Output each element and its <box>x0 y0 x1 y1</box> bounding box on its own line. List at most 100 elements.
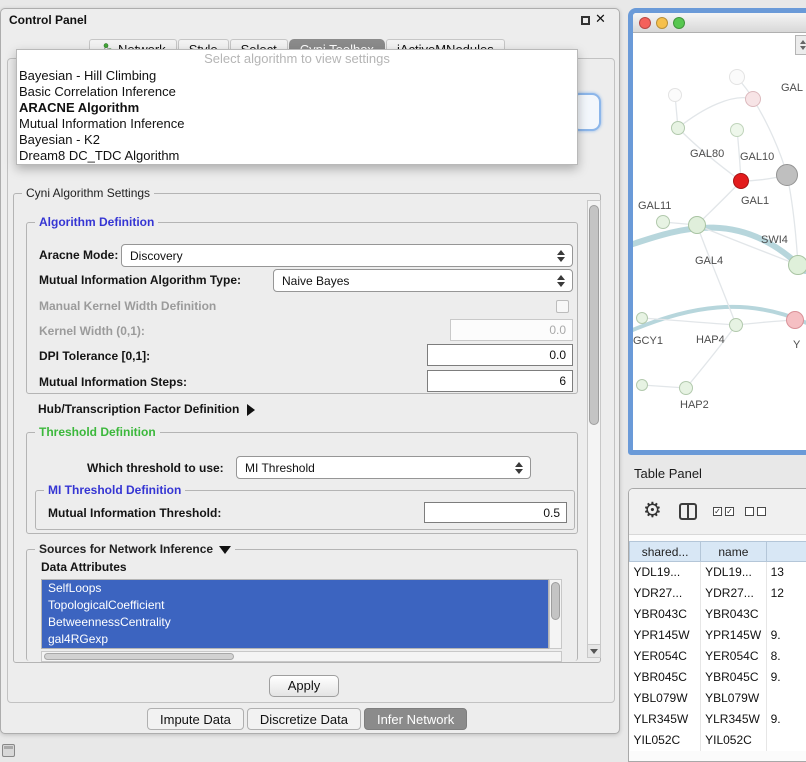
close-traffic-light[interactable] <box>639 17 651 29</box>
scrollbar-down-arrow[interactable] <box>588 644 600 657</box>
attribute-list-item[interactable]: SelfLoops <box>42 580 548 597</box>
dropdown-item[interactable]: Bayesian - Hill Climbing <box>17 68 577 84</box>
network-canvas[interactable]: GALGAL80GAL10GAL11GAL1SWI4GAL4GCY1HAP4HA… <box>633 33 806 450</box>
cell-name: YER054C <box>701 646 767 667</box>
table-panel-title: Table Panel <box>634 466 702 481</box>
empty-box-icon <box>757 507 766 516</box>
manual-kernel-checkbox <box>556 300 569 313</box>
cell-name: YBR043C <box>701 604 767 625</box>
dpi-tolerance-field[interactable]: 0.0 <box>427 344 573 366</box>
cell-name: YDL19... <box>701 562 767 583</box>
gear-button[interactable]: ⚙ <box>643 497 662 525</box>
zoom-traffic-light[interactable] <box>673 17 685 29</box>
mi-type-select[interactable]: Naive Bayes <box>273 269 573 292</box>
table-header-cell[interactable]: name <box>701 542 767 562</box>
network-node[interactable] <box>733 173 749 189</box>
close-window-button[interactable]: ✕ <box>595 11 606 27</box>
table-row[interactable]: YBR043C YBR043C <box>630 604 806 625</box>
dropdown-item[interactable]: Dream8 DC_TDC Algorithm <box>17 148 577 164</box>
cell-name: YPR145W <box>701 625 767 646</box>
table-row[interactable]: YER054C YER054C 8. <box>630 646 806 667</box>
canvas-scrollbar[interactable] <box>795 35 806 55</box>
node-attribute-table: shared... name YDL19... YDL19... 13 YDR2… <box>629 541 806 751</box>
table-row[interactable]: YDR27... YDR27... 12 <box>630 583 806 604</box>
minimize-traffic-light[interactable] <box>656 17 668 29</box>
mi-threshold-field[interactable]: 0.5 <box>424 502 567 523</box>
algorithm-definition-group: Algorithm Definition Aracne Mode: Discov… <box>26 222 578 394</box>
network-node[interactable] <box>679 381 693 395</box>
table-row[interactable]: YBL079W YBL079W <box>630 688 806 709</box>
cell-shared-name: YBR043C <box>630 604 701 625</box>
checked-box-icon: ✓ <box>725 507 734 516</box>
table-row[interactable]: YDL19... YDL19... 13 <box>630 562 806 583</box>
bottom-tab[interactable]: Impute Data <box>147 708 244 730</box>
cell-value <box>766 604 806 625</box>
network-node[interactable] <box>636 379 648 391</box>
kernel-width-value: 0.0 <box>549 323 566 337</box>
restore-window-button[interactable] <box>581 16 590 25</box>
network-node[interactable] <box>688 216 706 234</box>
table-row[interactable]: YPR145W YPR145W 9. <box>630 625 806 646</box>
network-node[interactable] <box>788 255 806 275</box>
network-node[interactable] <box>776 164 798 186</box>
network-node[interactable] <box>636 312 648 324</box>
data-attributes-label: Data Attributes <box>41 560 127 574</box>
columns-button[interactable] <box>679 503 697 520</box>
table-header-row: shared... name <box>630 542 806 562</box>
network-node[interactable] <box>671 121 685 135</box>
hub-definition-expander[interactable]: Hub/Transcription Factor Definition <box>38 402 255 416</box>
which-threshold-select[interactable]: MI Threshold <box>236 456 531 479</box>
which-threshold-value: MI Threshold <box>245 461 315 475</box>
mi-steps-value: 6 <box>559 374 566 388</box>
network-node[interactable] <box>656 215 670 229</box>
bottom-tab[interactable]: Discretize Data <box>247 708 361 730</box>
network-node[interactable] <box>730 123 744 137</box>
expand-right-icon <box>247 404 255 416</box>
cell-value: 9. <box>766 667 806 688</box>
select-all-checkboxes-button[interactable]: ✓ ✓ <box>713 507 734 516</box>
attribute-list-item[interactable]: BetweennessCentrality <box>42 614 548 631</box>
table-row[interactable]: YBR045C YBR045C 9. <box>630 667 806 688</box>
aracne-mode-select[interactable]: Discovery <box>121 244 573 267</box>
mi-steps-field[interactable]: 6 <box>427 370 573 392</box>
attribute-list-item[interactable]: TopologicalCoefficient <box>42 597 548 614</box>
attribute-list-item[interactable]: gal4RGexp <box>42 631 548 648</box>
scrollbar-thumb[interactable] <box>551 582 560 620</box>
network-node[interactable] <box>745 91 761 107</box>
scrollbar-thumb[interactable] <box>44 653 234 660</box>
network-node[interactable] <box>729 69 745 85</box>
network-node[interactable] <box>668 88 682 102</box>
scrollbar-thumb[interactable] <box>589 205 599 425</box>
cell-shared-name: YDR27... <box>630 583 701 604</box>
network-window-titlebar[interactable] <box>633 13 806 33</box>
network-node[interactable] <box>786 311 804 329</box>
cell-name: YLR345W <box>701 709 767 730</box>
attribute-name: TopologicalCoefficient <box>48 598 165 612</box>
network-node[interactable] <box>729 318 743 332</box>
dropdown-item[interactable]: Basic Correlation Inference <box>17 84 577 100</box>
dropdown-item-label: Bayesian - K2 <box>19 132 100 147</box>
attributes-vertical-scrollbar[interactable] <box>549 579 562 649</box>
cell-value: 9. <box>766 625 806 646</box>
dropdown-item-label: Bayesian - Hill Climbing <box>19 68 156 83</box>
mi-steps-label: Mutual Information Steps: <box>39 375 187 389</box>
control-panel-titlebar[interactable]: Control Panel ✕ <box>1 9 619 31</box>
network-node-label: GAL <box>781 82 803 94</box>
apply-button[interactable]: Apply <box>269 675 339 697</box>
data-attributes-list[interactable]: SelfLoops TopologicalCoefficient Between… <box>41 579 549 649</box>
table-header-cell[interactable] <box>766 542 806 562</box>
table-row[interactable]: YLR345W YLR345W 9. <box>630 709 806 730</box>
dropdown-item[interactable]: Mutual Information Inference <box>17 116 577 132</box>
manual-kernel-label: Manual Kernel Width Definition <box>39 299 216 313</box>
clear-all-checkboxes-button[interactable] <box>745 507 766 516</box>
settings-vertical-scrollbar[interactable] <box>587 200 601 658</box>
table-header-cell[interactable]: shared... <box>630 542 701 562</box>
table-row[interactable]: YIL052C YIL052C <box>630 730 806 751</box>
bottom-tab[interactable]: Infer Network <box>364 708 467 730</box>
dropdown-item[interactable]: Bayesian - K2 <box>17 132 577 148</box>
cell-shared-name: YLR345W <box>630 709 701 730</box>
attributes-horizontal-scrollbar[interactable] <box>41 651 562 662</box>
dropdown-item[interactable]: ARACNE Algorithm <box>17 100 577 116</box>
sources-collapse-header[interactable]: Sources for Network Inference <box>35 542 235 556</box>
minimized-panel-icon[interactable] <box>2 744 15 757</box>
